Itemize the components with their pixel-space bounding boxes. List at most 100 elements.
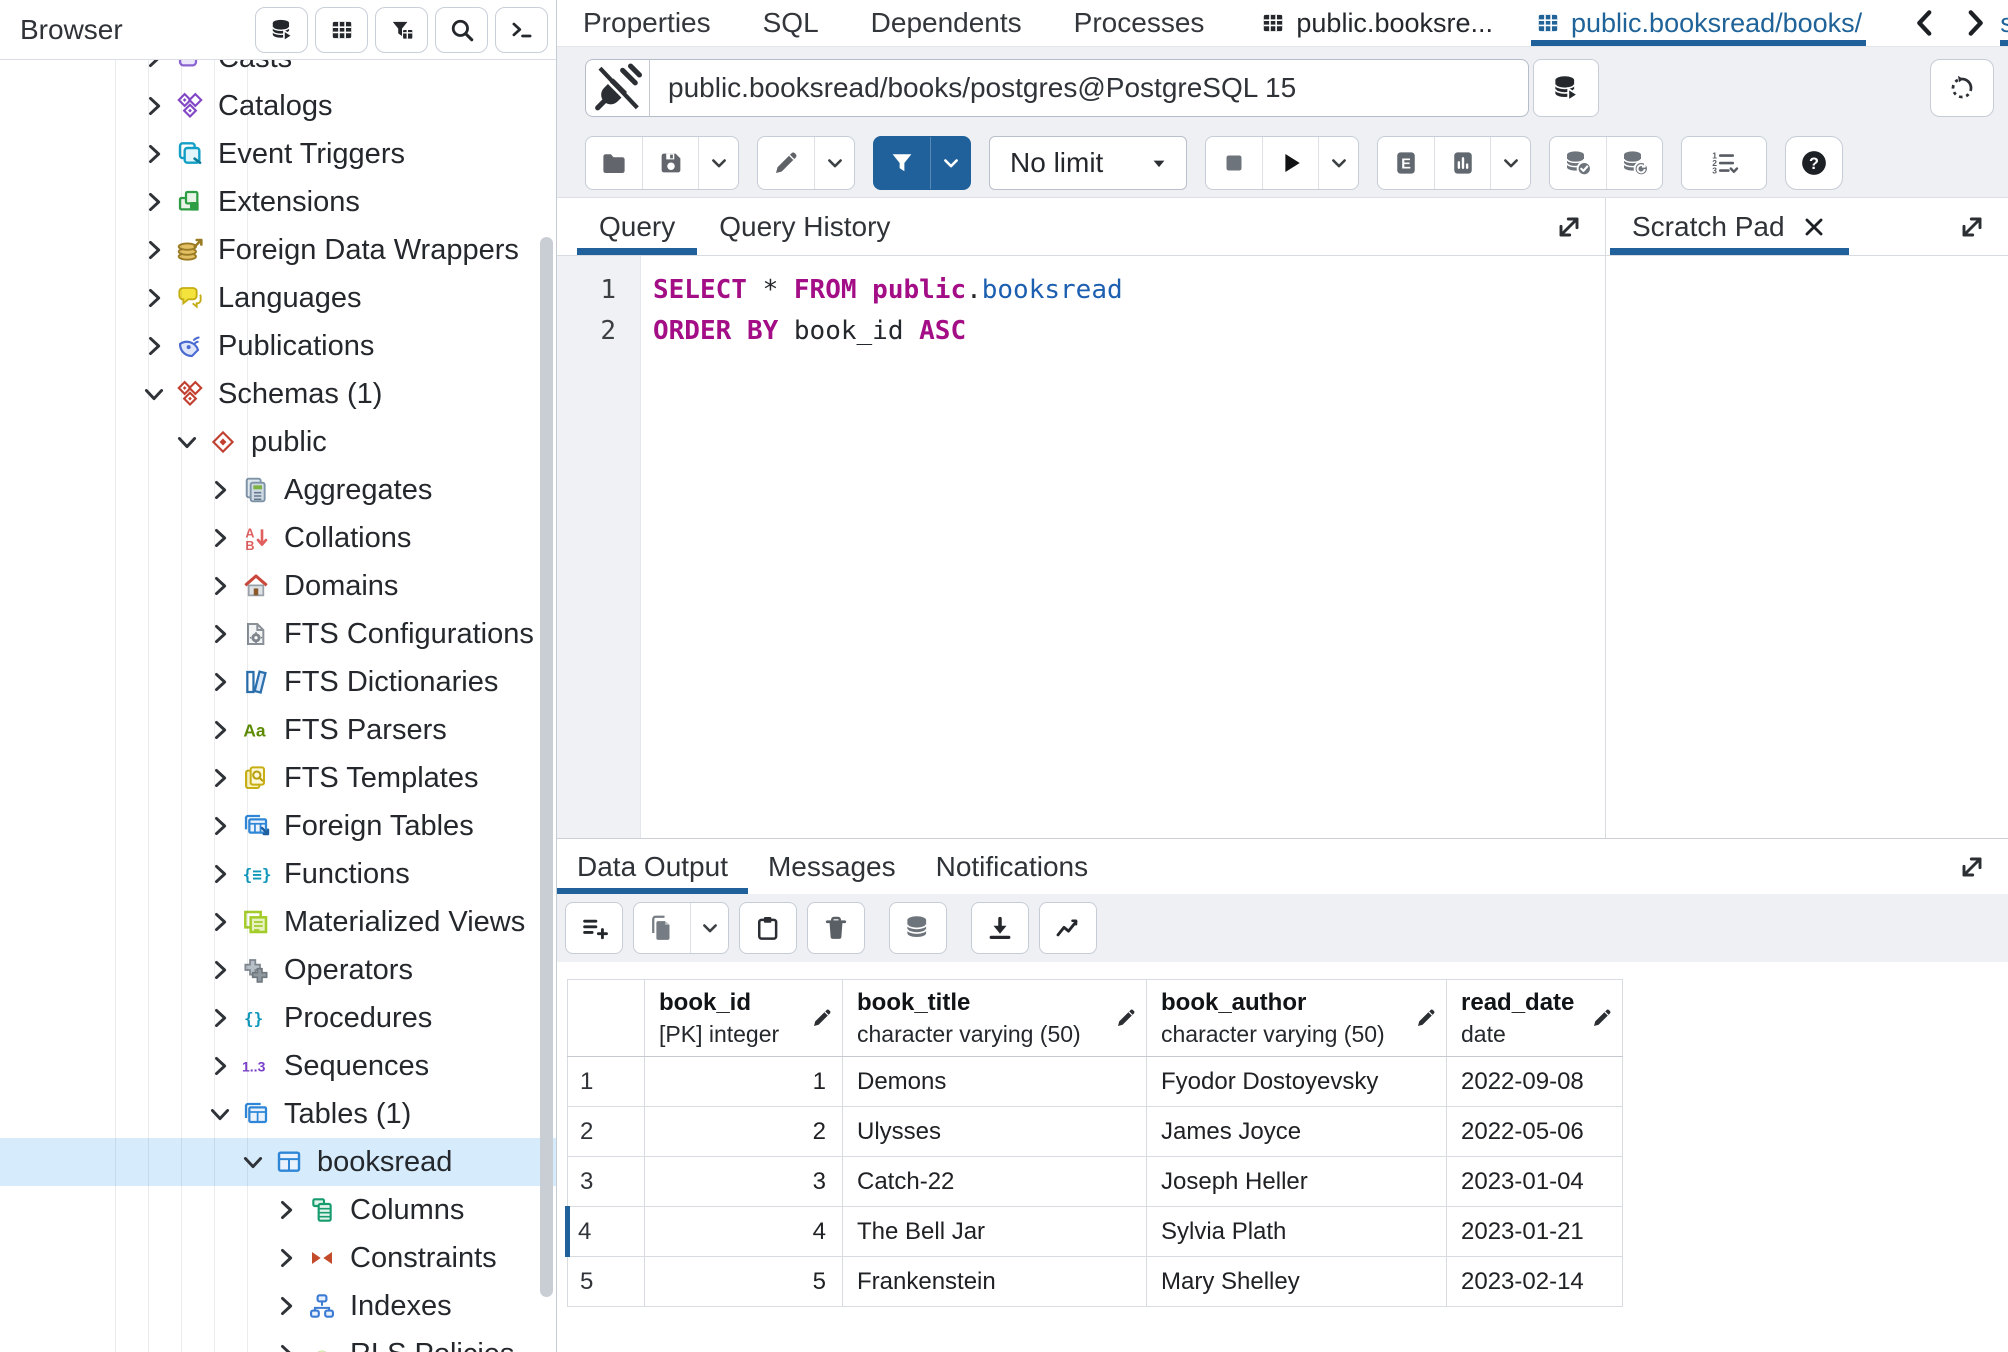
- tree-item-domains[interactable]: Domains: [0, 562, 556, 610]
- cell-book-author[interactable]: Joseph Heller: [1146, 1156, 1447, 1207]
- search-objects-button[interactable]: [435, 6, 488, 53]
- chevron-right-icon[interactable]: [140, 60, 168, 72]
- chevron-right-icon[interactable]: [140, 332, 168, 360]
- paste-button[interactable]: [740, 903, 796, 953]
- tree-item-rls-policies[interactable]: RLS Policies: [0, 1330, 556, 1352]
- row-limit-select[interactable]: No limit: [989, 135, 1187, 190]
- execute-options-button[interactable]: [1318, 136, 1358, 189]
- tree-item-foreign-data-wrappers[interactable]: Foreign Data Wrappers: [0, 226, 556, 274]
- tab-scratch-pad[interactable]: Scratch Pad: [1610, 198, 1849, 255]
- refresh-button[interactable]: [1930, 58, 1994, 117]
- tab-processes[interactable]: Processes: [1074, 0, 1205, 46]
- expand-output-button[interactable]: [1956, 851, 1988, 883]
- cell-book-title[interactable]: Catch-22: [842, 1156, 1147, 1207]
- edit-options-button[interactable]: [814, 136, 854, 189]
- tree-item-materialized-views[interactable]: Materialized Views: [0, 898, 556, 946]
- tree-item-publications[interactable]: Publications: [0, 322, 556, 370]
- stop-button[interactable]: [1206, 137, 1262, 189]
- tab-public-booksre[interactable]: public.booksre...: [1256, 0, 1497, 46]
- execute-button[interactable]: [1262, 136, 1318, 189]
- chevron-right-icon[interactable]: [206, 1004, 234, 1032]
- column-header-book-id[interactable]: book_id [PK] integer: [644, 979, 843, 1057]
- add-row-button[interactable]: [566, 903, 622, 953]
- tree-item-fts-dictionaries[interactable]: FTS Dictionaries: [0, 658, 556, 706]
- tree-item-booksread[interactable]: booksread: [0, 1138, 556, 1186]
- quick-connect-button[interactable]: [255, 6, 308, 53]
- row-number-cell[interactable]: 5: [567, 1256, 645, 1307]
- tree-item-fts-configurations[interactable]: FTS Configurations: [0, 610, 556, 658]
- cell-book-title[interactable]: The Bell Jar: [842, 1206, 1147, 1257]
- column-header-book-title[interactable]: book_title character varying (50): [842, 979, 1147, 1057]
- edit-column-icon[interactable]: [1114, 1006, 1138, 1030]
- save-file-button[interactable]: [642, 136, 698, 189]
- cell-book-title[interactable]: Demons: [842, 1056, 1147, 1107]
- row-number-cell[interactable]: 1: [567, 1056, 645, 1107]
- tree-item-tables-1[interactable]: Tables (1): [0, 1090, 556, 1138]
- chevron-right-icon[interactable]: [206, 668, 234, 696]
- chevron-right-icon[interactable]: [272, 1292, 300, 1320]
- commit-button[interactable]: [1550, 137, 1606, 189]
- cell-book-author[interactable]: Sylvia Plath: [1146, 1206, 1447, 1257]
- tree-item-extensions[interactable]: Extensions: [0, 178, 556, 226]
- scroll-tabs-left-button[interactable]: [1908, 6, 1942, 40]
- tree-item-public[interactable]: public: [0, 418, 556, 466]
- cell-read-date[interactable]: 2023-01-21: [1446, 1206, 1623, 1257]
- view-filtered-data-button[interactable]: [375, 6, 428, 53]
- chevron-right-icon[interactable]: [206, 620, 234, 648]
- explain-button[interactable]: E: [1378, 137, 1434, 189]
- chevron-right-icon[interactable]: [206, 1052, 234, 1080]
- cell-read-date[interactable]: 2022-09-08: [1446, 1056, 1623, 1107]
- rollback-button[interactable]: [1606, 136, 1662, 189]
- row-number-header[interactable]: [567, 979, 645, 1057]
- row-number-cell[interactable]: 3: [567, 1156, 645, 1207]
- cell-book-author[interactable]: Mary Shelley: [1146, 1256, 1447, 1307]
- chevron-right-icon[interactable]: [206, 956, 234, 984]
- tree-item-fts-parsers[interactable]: Aa FTS Parsers: [0, 706, 556, 754]
- chevron-right-icon[interactable]: [140, 236, 168, 264]
- tab-data-output[interactable]: Data Output: [557, 839, 748, 894]
- tree-item-constraints[interactable]: Constraints: [0, 1234, 556, 1282]
- chevron-right-icon[interactable]: [206, 812, 234, 840]
- chevron-right-icon[interactable]: [272, 1244, 300, 1272]
- download-button[interactable]: [972, 903, 1028, 953]
- chevron-right-icon[interactable]: [206, 524, 234, 552]
- sql-code[interactable]: SELECT * FROM public.booksread ORDER BY b…: [641, 256, 1123, 838]
- tree-item-columns[interactable]: Columns: [0, 1186, 556, 1234]
- chevron-right-icon[interactable]: [140, 188, 168, 216]
- filter-options-button[interactable]: [930, 136, 970, 189]
- tab-query[interactable]: Query: [577, 198, 698, 255]
- chevron-right-icon[interactable]: [206, 860, 234, 888]
- explain-analyze-button[interactable]: [1434, 136, 1490, 189]
- tree-item-languages[interactable]: Languages: [0, 274, 556, 322]
- tree-item-functions[interactable]: {≡} Functions: [0, 850, 556, 898]
- tab-sql[interactable]: SQL: [763, 0, 819, 46]
- scroll-tabs-right-button[interactable]: [1958, 6, 1992, 40]
- tab-notifications[interactable]: Notifications: [916, 839, 1109, 894]
- copy-options-button[interactable]: [690, 903, 728, 953]
- tree-item-schemas-1[interactable]: Schemas (1): [0, 370, 556, 418]
- cell-read-date[interactable]: 2023-01-04: [1446, 1156, 1623, 1207]
- cell-book-id[interactable]: 5: [644, 1256, 843, 1307]
- scratch-pad-body[interactable]: [1606, 256, 2008, 838]
- expand-scratch-pad-button[interactable]: [1956, 211, 1988, 243]
- cell-book-id[interactable]: 2: [644, 1106, 843, 1157]
- open-file-button[interactable]: [586, 137, 642, 189]
- tree-item-operators[interactable]: Operators: [0, 946, 556, 994]
- tab-messages[interactable]: Messages: [748, 839, 916, 894]
- tab-properties[interactable]: Properties: [583, 0, 711, 46]
- filter-button[interactable]: [874, 137, 930, 189]
- tree-item-sequences[interactable]: 1..3 Sequences: [0, 1042, 556, 1090]
- chevron-down-icon[interactable]: [239, 1148, 267, 1176]
- tree-item-catalogs[interactable]: Catalogs: [0, 82, 556, 130]
- delete-button[interactable]: [808, 903, 864, 953]
- save-options-button[interactable]: [698, 136, 738, 189]
- tree-item-foreign-tables[interactable]: Foreign Tables: [0, 802, 556, 850]
- chevron-down-icon[interactable]: [206, 1100, 234, 1128]
- graph-visualiser-button[interactable]: [1040, 903, 1096, 953]
- save-data-button[interactable]: [890, 903, 946, 953]
- tree-item-casts[interactable]: Casts: [0, 60, 556, 82]
- cell-book-id[interactable]: 3: [644, 1156, 843, 1207]
- chevron-right-icon[interactable]: [140, 140, 168, 168]
- tree-item-fts-templates[interactable]: FTS Templates: [0, 754, 556, 802]
- tab-query-history[interactable]: Query History: [697, 198, 912, 255]
